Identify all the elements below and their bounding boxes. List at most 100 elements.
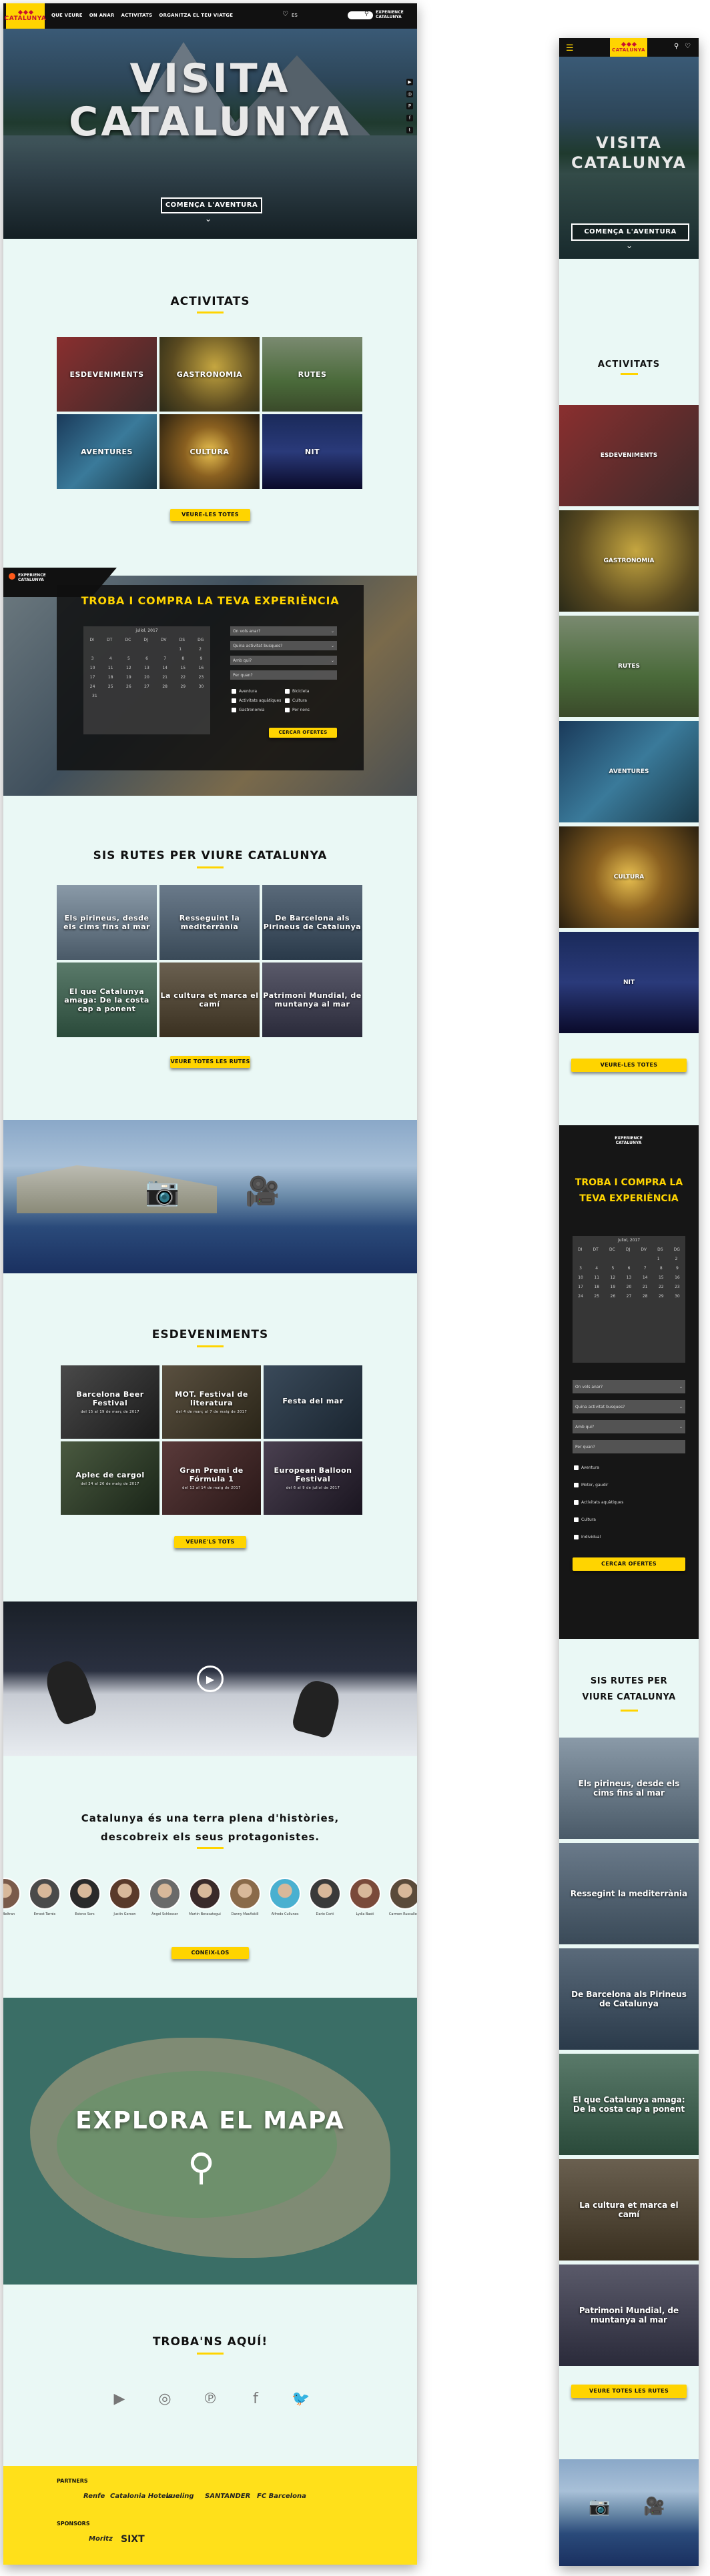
checkbox-cultura[interactable]: Cultura xyxy=(574,1517,596,1522)
tile-esdeveniments[interactable]: ESDEVENIMENTS xyxy=(559,405,699,506)
calendar-day[interactable]: 3 xyxy=(579,1266,582,1271)
route-tile[interactable]: De Barcelona als Pirineus de Catalunya xyxy=(559,1948,699,2050)
media-banner[interactable]: 📷 🎥 xyxy=(3,1120,417,1273)
calendar-day[interactable]: 8 xyxy=(182,656,184,661)
meet-them-button[interactable]: CONEIX-LOS xyxy=(171,1947,249,1959)
search-offers-button[interactable]: CERCAR OFERTES xyxy=(573,1557,685,1571)
calendar-day[interactable]: 21 xyxy=(643,1285,648,1289)
person-avatar[interactable] xyxy=(189,1878,221,1910)
checkbox-aquatiques[interactable]: Activitats aquàtiques xyxy=(232,698,281,703)
tile-aventures[interactable]: AVENTURES xyxy=(57,414,157,489)
checkbox-individual[interactable]: Individual xyxy=(574,1535,601,1539)
tile-nit[interactable]: NIT xyxy=(262,414,362,489)
checkbox-box[interactable] xyxy=(232,689,236,694)
activity-select[interactable]: Quina activitat busques? ⌄ xyxy=(230,641,337,650)
video-player[interactable]: ▶ xyxy=(3,1601,417,1756)
catalunya-logo[interactable]: CATALUNYA xyxy=(5,3,46,29)
date-calendar[interactable]: juliol, 2017 DI DT DC DJ DV DS DG 12 3456789 1… xyxy=(573,1236,685,1363)
route-tile[interactable]: La cultura et marca el camí xyxy=(559,2159,699,2261)
pinterest-icon[interactable]: P xyxy=(406,103,413,109)
calendar-day[interactable]: 28 xyxy=(162,684,167,689)
partner-logo[interactable]: SANTANDER xyxy=(205,2493,250,2500)
checkbox-aventura[interactable]: Aventura xyxy=(574,1465,599,1470)
checkbox-box[interactable] xyxy=(285,689,290,694)
person-avatar[interactable] xyxy=(109,1878,141,1910)
calendar-day[interactable]: 13 xyxy=(144,666,149,670)
partner-logo[interactable]: Catalonia Hotels xyxy=(110,2493,172,2500)
sponsor-logo[interactable]: SIXT xyxy=(121,2534,145,2545)
calendar-day[interactable]: 16 xyxy=(675,1275,680,1280)
date-calendar[interactable]: juliol, 2017 DI DT DC DJ DV DS DG 12 3456789 1… xyxy=(83,626,210,734)
experience-logo[interactable]: EXPERIENCE CATALUNYA xyxy=(602,1136,655,1148)
destination-select[interactable]: On vols anar? ⌄ xyxy=(230,626,337,636)
see-all-routes-button[interactable]: VEURE TOTES LES RUTES xyxy=(571,2385,687,2398)
youtube-icon[interactable]: ▶ xyxy=(109,2389,129,2409)
calendar-day[interactable]: 18 xyxy=(108,675,113,680)
calendar-day[interactable]: 15 xyxy=(180,666,186,670)
tile-rutes[interactable]: RUTES xyxy=(559,616,699,717)
play-icon[interactable]: ▶ xyxy=(197,1666,224,1692)
calendar-day[interactable]: 26 xyxy=(611,1294,616,1299)
calendar-day[interactable]: 5 xyxy=(611,1266,614,1271)
person-avatar[interactable] xyxy=(349,1878,381,1910)
route-tile[interactable]: La cultura et marca el camí xyxy=(159,962,260,1037)
date-input[interactable]: Per quan? xyxy=(573,1440,685,1453)
checkbox-box[interactable] xyxy=(574,1535,579,1539)
facebook-icon[interactable]: f xyxy=(246,2389,266,2409)
tile-nit[interactable]: NIT xyxy=(559,932,699,1033)
calendar-day[interactable]: 30 xyxy=(675,1294,680,1299)
chevron-down-icon[interactable]: ⌄ xyxy=(205,214,212,223)
checkbox-box[interactable] xyxy=(232,708,236,712)
tile-cultura[interactable]: CULTURA xyxy=(559,826,699,928)
person-avatar[interactable] xyxy=(389,1878,417,1910)
calendar-day[interactable]: 3 xyxy=(91,656,94,661)
checkbox-box[interactable] xyxy=(232,698,236,703)
checkbox-box[interactable] xyxy=(285,708,290,712)
date-input[interactable]: Per quan? xyxy=(230,670,337,680)
event-tile[interactable]: Gran Premi de Fórmula 1 del 12 al 14 de m… xyxy=(162,1441,261,1515)
checkbox-box[interactable] xyxy=(574,1483,579,1487)
calendar-day[interactable]: 11 xyxy=(108,666,113,670)
checkbox-box[interactable] xyxy=(574,1500,579,1505)
event-tile[interactable]: Barcelona Beer Festival del 15 al 19 de m… xyxy=(61,1365,159,1439)
search-icon[interactable]: ⚲ xyxy=(364,11,369,17)
instagram-icon[interactable]: ◎ xyxy=(406,91,413,97)
calendar-day[interactable]: 14 xyxy=(162,666,167,670)
calendar-day[interactable]: 27 xyxy=(627,1294,632,1299)
partner-logo[interactable]: vueling xyxy=(166,2493,194,2500)
calendar-day[interactable]: 19 xyxy=(126,675,131,680)
checkbox-aventura[interactable]: Aventura xyxy=(232,689,257,694)
tile-esdeveniments[interactable]: ESDEVENIMENTS xyxy=(57,337,157,412)
calendar-day[interactable]: 14 xyxy=(643,1275,648,1280)
calendar-day[interactable]: 29 xyxy=(180,684,186,689)
video-camera-icon[interactable]: 🎥 xyxy=(643,2497,665,2517)
camera-icon[interactable]: 📷 xyxy=(589,2497,610,2517)
tile-cultura[interactable]: CULTURA xyxy=(159,414,260,489)
calendar-day[interactable]: 26 xyxy=(126,684,131,689)
calendar-day[interactable]: 7 xyxy=(163,656,166,661)
checkbox-box[interactable] xyxy=(285,698,290,703)
search-icon[interactable]: ⚲ xyxy=(674,43,679,50)
calendar-day[interactable]: 27 xyxy=(144,684,149,689)
calendar-day[interactable]: 5 xyxy=(127,656,130,661)
destination-select[interactable]: On vols anar? ⌄ xyxy=(573,1380,685,1393)
menu-icon[interactable]: ☰ xyxy=(566,43,574,53)
person-avatar[interactable] xyxy=(29,1878,61,1910)
checkbox-box[interactable] xyxy=(574,1517,579,1522)
checkbox-box[interactable] xyxy=(574,1465,579,1470)
calendar-day[interactable]: 1 xyxy=(179,647,182,652)
calendar-day[interactable]: 22 xyxy=(659,1285,664,1289)
start-adventure-button[interactable]: COMENÇA L'AVENTURA xyxy=(161,197,262,213)
calendar-day[interactable]: 31 xyxy=(92,694,97,698)
pinterest-icon[interactable]: ℗ xyxy=(200,2389,220,2409)
calendar-day[interactable]: 7 xyxy=(644,1266,647,1271)
calendar-day[interactable]: 11 xyxy=(594,1275,599,1280)
checkbox-cultura[interactable]: Cultura xyxy=(285,698,307,703)
nav-link-que-veure[interactable]: QUE VEURE xyxy=(51,13,83,18)
calendar-day[interactable]: 6 xyxy=(145,656,148,661)
video-camera-icon[interactable]: 🎥 xyxy=(245,1175,280,1208)
calendar-day[interactable]: 21 xyxy=(162,675,167,680)
tile-gastronomia[interactable]: GASTRONOMIA xyxy=(159,337,260,412)
heart-icon[interactable]: ♡ xyxy=(282,11,288,18)
see-all-events-button[interactable]: VEURE'LS TOTS xyxy=(174,1536,246,1548)
